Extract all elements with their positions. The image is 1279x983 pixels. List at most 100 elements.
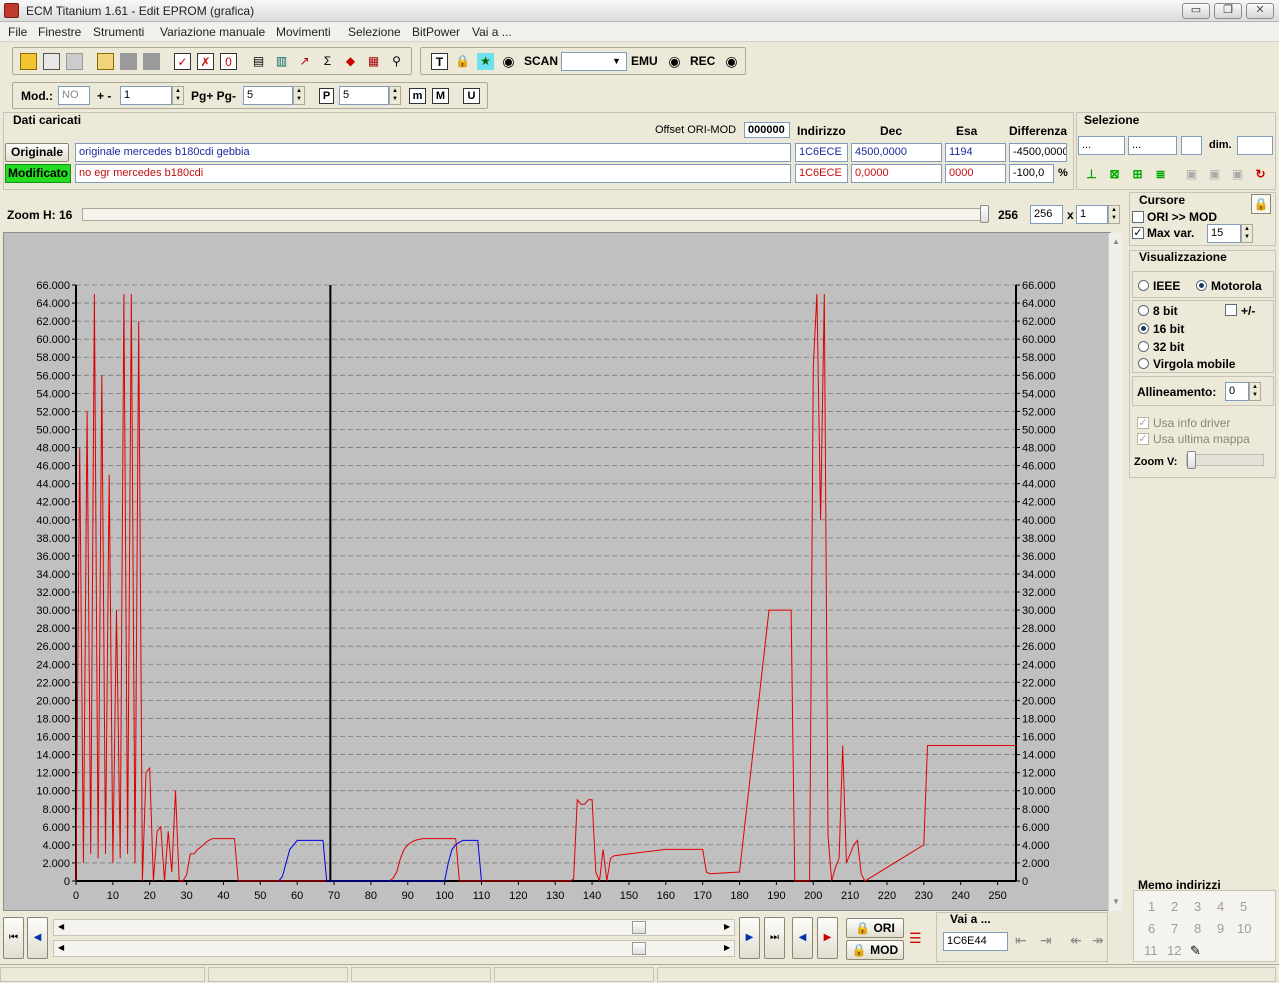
max-var-checkbox[interactable]: ✓ (1132, 227, 1144, 239)
last-map-checkbox[interactable]: ✓ (1137, 433, 1149, 445)
zoom-h-slider-track[interactable] (82, 208, 988, 221)
mod-field[interactable]: NO (58, 86, 90, 105)
graph-edit-icon[interactable]: ↗ (296, 53, 313, 70)
chart-vertical-scrollbar[interactable]: ▲ ▼ (1108, 233, 1122, 911)
ori-scroll-right-icon[interactable]: ▶ (724, 922, 730, 931)
bit16-radio[interactable] (1138, 323, 1149, 334)
goto-right-icon[interactable]: ⇥ (1040, 932, 1052, 949)
rec-record-icon[interactable]: ◉ (723, 53, 740, 70)
dim-field[interactable] (1237, 136, 1273, 155)
emu-record-icon[interactable]: ◉ (666, 53, 683, 70)
ori-scroll-left-icon[interactable]: ◀ (58, 922, 64, 931)
select-range-icon[interactable]: ≣ (1152, 166, 1169, 183)
signed-checkbox[interactable] (1225, 304, 1237, 316)
chart-area[interactable]: 0 0 2.000 2.000 4.000 4.000 6.000 6.000 8.000 8.0… (3, 232, 1111, 911)
prev-diff-button[interactable]: ◀ (792, 917, 813, 959)
zoom-spinner[interactable]: ▲ ▼ (1108, 205, 1120, 224)
eprom-chart[interactable]: 0 02.000 2.0004.000 4.0006.000 6.0008.000 8.0… (4, 233, 1110, 910)
menu-variazione-manuale[interactable]: Variazione manuale (160, 25, 265, 39)
max-var-field[interactable]: 15 (1207, 224, 1241, 243)
memo-1[interactable]: 1 (1148, 899, 1155, 914)
runner-icon[interactable]: ★ (477, 53, 494, 70)
windows-icon[interactable] (43, 53, 60, 70)
menu-selezione[interactable]: Selezione (348, 25, 401, 39)
p-field[interactable]: 5 (339, 86, 389, 105)
modified-name-field[interactable]: no egr mercedes b180cdi (75, 164, 791, 183)
save-as-icon[interactable] (143, 53, 160, 70)
pg-field[interactable]: 5 (243, 86, 293, 105)
memo-12[interactable]: 12 (1167, 943, 1181, 958)
mod-button[interactable]: 🔒 MOD (846, 940, 904, 960)
save-icon[interactable] (120, 53, 137, 70)
binoculars-icon[interactable]: ⚲ (388, 53, 405, 70)
home-icon[interactable] (20, 53, 37, 70)
copy-icon[interactable]: ▣ (1183, 166, 1200, 183)
zoom-v-slider-track[interactable] (1186, 454, 1264, 466)
menu-vai-a[interactable]: Vai a ... (472, 25, 512, 39)
m-small-button[interactable]: m (409, 88, 426, 104)
ori-scroll-thumb[interactable] (632, 921, 646, 934)
memo-2[interactable]: 2 (1171, 899, 1178, 914)
memo-7[interactable]: 7 (1171, 921, 1178, 936)
bit32-radio[interactable] (1138, 341, 1149, 352)
menu-file[interactable]: File (8, 25, 27, 39)
mod-scrollbar[interactable]: ◀ ▶ (53, 940, 735, 957)
checksum-icon[interactable]: ✓ (174, 53, 191, 70)
close-button[interactable]: ✕ (1246, 3, 1274, 19)
refresh-icon[interactable]: ↻ (1252, 166, 1269, 183)
prev-button[interactable]: ◀ (27, 917, 48, 959)
ieee-radio[interactable] (1138, 280, 1149, 291)
align-field[interactable]: 0 (1225, 382, 1249, 401)
pg-spinner[interactable]: ▲ ▼ (293, 86, 305, 105)
memo-4[interactable]: 4 (1217, 899, 1224, 914)
sigma-icon[interactable]: Σ (319, 53, 336, 70)
maximize-button[interactable]: ❐ (1214, 3, 1242, 19)
motorola-radio[interactable] (1196, 280, 1207, 291)
text-icon[interactable]: T (431, 53, 448, 70)
zoom-value3-field[interactable]: 1 (1076, 205, 1108, 224)
bit8-radio[interactable] (1138, 305, 1149, 316)
goto-field[interactable]: 1C6E44 (943, 932, 1008, 951)
document-icon[interactable] (66, 53, 83, 70)
m-big-button[interactable]: M (432, 88, 449, 104)
next-button[interactable]: ▶ (739, 917, 760, 959)
memo-10[interactable]: 10 (1237, 921, 1251, 936)
chart-icon[interactable]: ▦ (365, 53, 382, 70)
memo-9[interactable]: 9 (1217, 921, 1224, 936)
cursor-lock-icon[interactable]: 🔒 (1251, 194, 1271, 214)
original-hex-field[interactable]: 1194 (945, 143, 1006, 162)
scroll-down-icon[interactable]: ▼ (1112, 897, 1120, 906)
paste-special-icon[interactable]: ▣ (1229, 166, 1246, 183)
select-add-icon[interactable]: ⊞ (1129, 166, 1146, 183)
open-folder-icon[interactable] (97, 53, 114, 70)
align-spinner[interactable]: ▲ ▼ (1249, 382, 1261, 401)
menu-finestre[interactable]: Finestre (38, 25, 81, 39)
p-spinner[interactable]: ▲ ▼ (389, 86, 401, 105)
mod-scroll-thumb[interactable] (632, 942, 646, 955)
next-diff-button[interactable]: ▶ (817, 917, 838, 959)
original-dec-field[interactable]: 4500,0000 (851, 143, 942, 162)
record-dot-icon[interactable]: ◉ (500, 53, 517, 70)
original-name-field[interactable]: originale mercedes b180cdi gebbia (75, 143, 791, 162)
selection-extra-field[interactable] (1181, 136, 1202, 155)
last-button[interactable]: ⏭ (764, 917, 785, 959)
menu-bitpower[interactable]: BitPower (412, 25, 460, 39)
menu-movimenti[interactable]: Movimenti (276, 25, 331, 39)
selection-start-field[interactable]: ... (1078, 136, 1125, 155)
zoom-v-slider-thumb[interactable] (1187, 451, 1196, 469)
original-address-field[interactable]: 1C6ECE (795, 143, 848, 162)
goto-left-icon[interactable]: ⇤ (1015, 932, 1027, 949)
memo-8[interactable]: 8 (1194, 921, 1201, 936)
memo-11[interactable]: 11 (1144, 943, 1158, 958)
driver-info-checkbox[interactable]: ✓ (1137, 417, 1149, 429)
p-button[interactable]: P (319, 88, 334, 104)
goto-back-icon[interactable]: ↞ (1070, 932, 1082, 949)
max-var-spinner[interactable]: ▲ ▼ (1241, 224, 1253, 243)
original-button[interactable]: Originale (5, 143, 69, 162)
menu-strumenti[interactable]: Strumenti (93, 25, 144, 39)
minimize-button[interactable]: ▭ (1182, 3, 1210, 19)
memo-6[interactable]: 6 (1148, 921, 1155, 936)
color-map-icon[interactable]: ◆ (342, 53, 359, 70)
goto-forward-icon[interactable]: ↠ (1092, 932, 1104, 949)
offset-field[interactable]: 000000 (744, 122, 790, 138)
